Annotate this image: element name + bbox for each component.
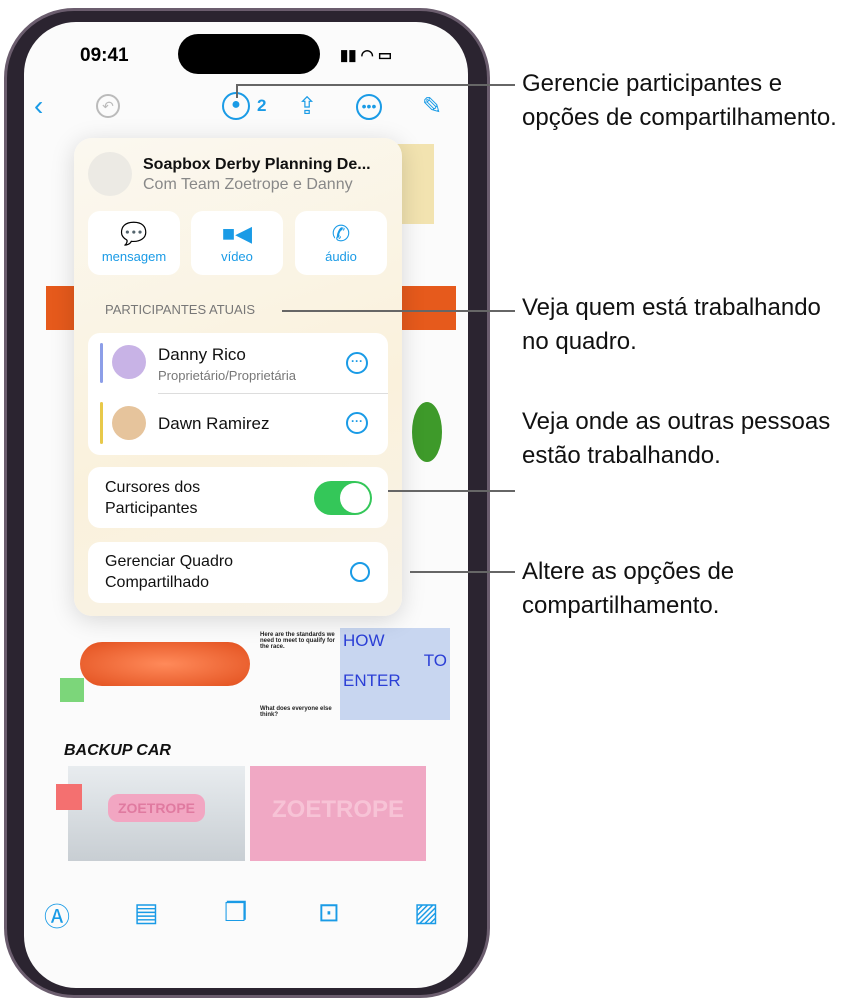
- back-button[interactable]: ‹: [34, 90, 43, 122]
- standards-note: Here are the standards we need to meet t…: [260, 632, 338, 718]
- pen-tool-icon[interactable]: Ⓐ: [44, 897, 70, 934]
- callout-line: [282, 310, 515, 312]
- participant-more-button[interactable]: ···: [346, 352, 368, 374]
- callout-sharing-options: Altere as opções de compartilhamento.: [522, 558, 735, 619]
- avatar: [112, 345, 146, 379]
- participant-color-bar: [100, 343, 103, 383]
- cursors-toggle[interactable]: [314, 481, 372, 515]
- wheel-diagram: [412, 402, 442, 462]
- participant-row[interactable]: Dawn Ramirez ···: [88, 394, 388, 454]
- brand-text: ZOETROPE: [107, 794, 205, 822]
- participant-count: 2: [257, 96, 267, 115]
- enter-text: ENTER: [343, 671, 401, 690]
- toggle-knob: [340, 483, 370, 513]
- participant-name: Dawn Ramirez: [158, 414, 270, 433]
- callout-line: [410, 571, 515, 573]
- message-button[interactable]: 💬 mensagem: [88, 211, 180, 275]
- callout-line: [388, 490, 515, 492]
- note-question: What does everyone else think?: [260, 706, 332, 718]
- callout-current-participants: Veja quem está trabalhando no quadro.: [522, 294, 821, 355]
- backup-car-photo-2: ZOETROPE: [250, 766, 426, 861]
- sticky-note-tool-icon[interactable]: ▤: [134, 897, 159, 928]
- board-thumbnail: [88, 152, 132, 196]
- phone-icon: ✆: [331, 221, 351, 246]
- more-button[interactable]: •••: [356, 94, 382, 120]
- board-subtitle: Com Team Zoetrope e Danny: [143, 176, 353, 193]
- message-icon: 💬: [120, 221, 148, 246]
- audio-button[interactable]: ✆ áudio: [295, 211, 387, 275]
- sticky-note-red: [56, 784, 82, 810]
- manage-shared-board-button[interactable]: Gerenciar Quadro Compartilhado: [88, 542, 388, 603]
- backup-car-heading: BACKUP CAR: [64, 742, 171, 759]
- participant-color-bar: [100, 402, 103, 444]
- participant-row[interactable]: Danny Rico Proprietário/Proprietária ···: [88, 333, 388, 393]
- video-label: vídeo: [221, 249, 253, 264]
- undo-button[interactable]: ↶: [96, 94, 120, 118]
- audio-label: áudio: [325, 249, 357, 264]
- board-title: Soapbox Derby Planning De...: [143, 156, 371, 173]
- callout-manage-participants: Gerencie participantes e opções de compa…: [522, 70, 837, 131]
- text-box-tool-icon[interactable]: ⊡: [318, 897, 340, 928]
- status-time: 09:41: [80, 45, 129, 66]
- to-text: TO: [423, 651, 447, 670]
- dynamic-island: [178, 34, 320, 74]
- share-button[interactable]: ⇪: [297, 92, 317, 121]
- cursors-label: Cursores dos Participantes: [105, 479, 201, 517]
- compose-button[interactable]: ✎: [422, 92, 442, 121]
- collaboration-popover: Soapbox Derby Planning De... Com Team Zo…: [74, 138, 402, 616]
- callout-line: [236, 84, 515, 86]
- backup-car-photo-1: ZOETROPE: [68, 766, 245, 861]
- status-icons: ▮▮ ◠ ▭: [340, 47, 393, 64]
- sticky-note-green: [60, 678, 84, 702]
- avatar: [112, 406, 146, 440]
- note-heading: Here are the standards we need to meet t…: [260, 632, 336, 650]
- participant-more-button[interactable]: ···: [346, 412, 368, 434]
- callout-cursors: Veja onde as outras pessoas estão trabal…: [522, 408, 831, 469]
- participant-name: Danny Rico: [158, 345, 246, 364]
- message-label: mensagem: [101, 249, 167, 264]
- media-tool-icon[interactable]: ▨: [414, 897, 439, 928]
- how-to-enter-card: HOW TO ENTER: [340, 628, 450, 720]
- manage-collaboration-icon: [350, 562, 370, 582]
- participant-role: Proprietário/Proprietária: [158, 368, 297, 383]
- car-image: [80, 642, 250, 686]
- participant-cursors-row: Cursores dos Participantes: [88, 467, 388, 528]
- video-button[interactable]: ■◀ vídeo: [191, 211, 283, 275]
- video-icon: ■◀: [221, 221, 253, 246]
- manage-label: Gerenciar Quadro Compartilhado: [105, 553, 234, 591]
- shapes-tool-icon[interactable]: ❐: [224, 897, 247, 928]
- how-text: HOW: [343, 631, 385, 650]
- participants-list: Danny Rico Proprietário/Proprietária ···…: [88, 333, 388, 455]
- callout-line: [236, 84, 238, 98]
- section-label: PARTICIPANTES ATUAIS: [105, 302, 256, 317]
